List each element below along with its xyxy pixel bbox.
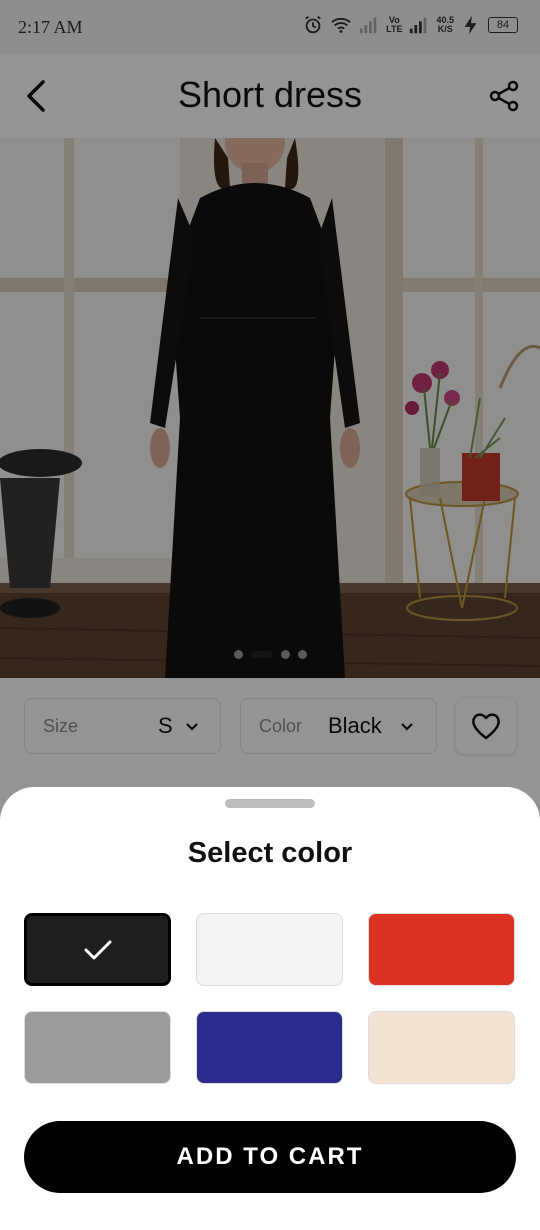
color-swatch-white[interactable] (196, 913, 343, 986)
color-swatch-gray[interactable] (24, 1011, 171, 1084)
color-swatch-navy[interactable] (196, 1011, 343, 1084)
color-swatch-red[interactable] (368, 913, 515, 986)
drag-handle[interactable] (225, 799, 315, 808)
color-swatch-beige[interactable] (368, 1011, 515, 1084)
color-bottom-sheet: Select color ADD TO CART (0, 787, 540, 1230)
sheet-title: Select color (187, 837, 353, 869)
add-to-cart-button[interactable]: ADD TO CART (24, 1121, 516, 1193)
check-icon (84, 940, 111, 959)
color-swatch-black[interactable] (24, 913, 171, 986)
